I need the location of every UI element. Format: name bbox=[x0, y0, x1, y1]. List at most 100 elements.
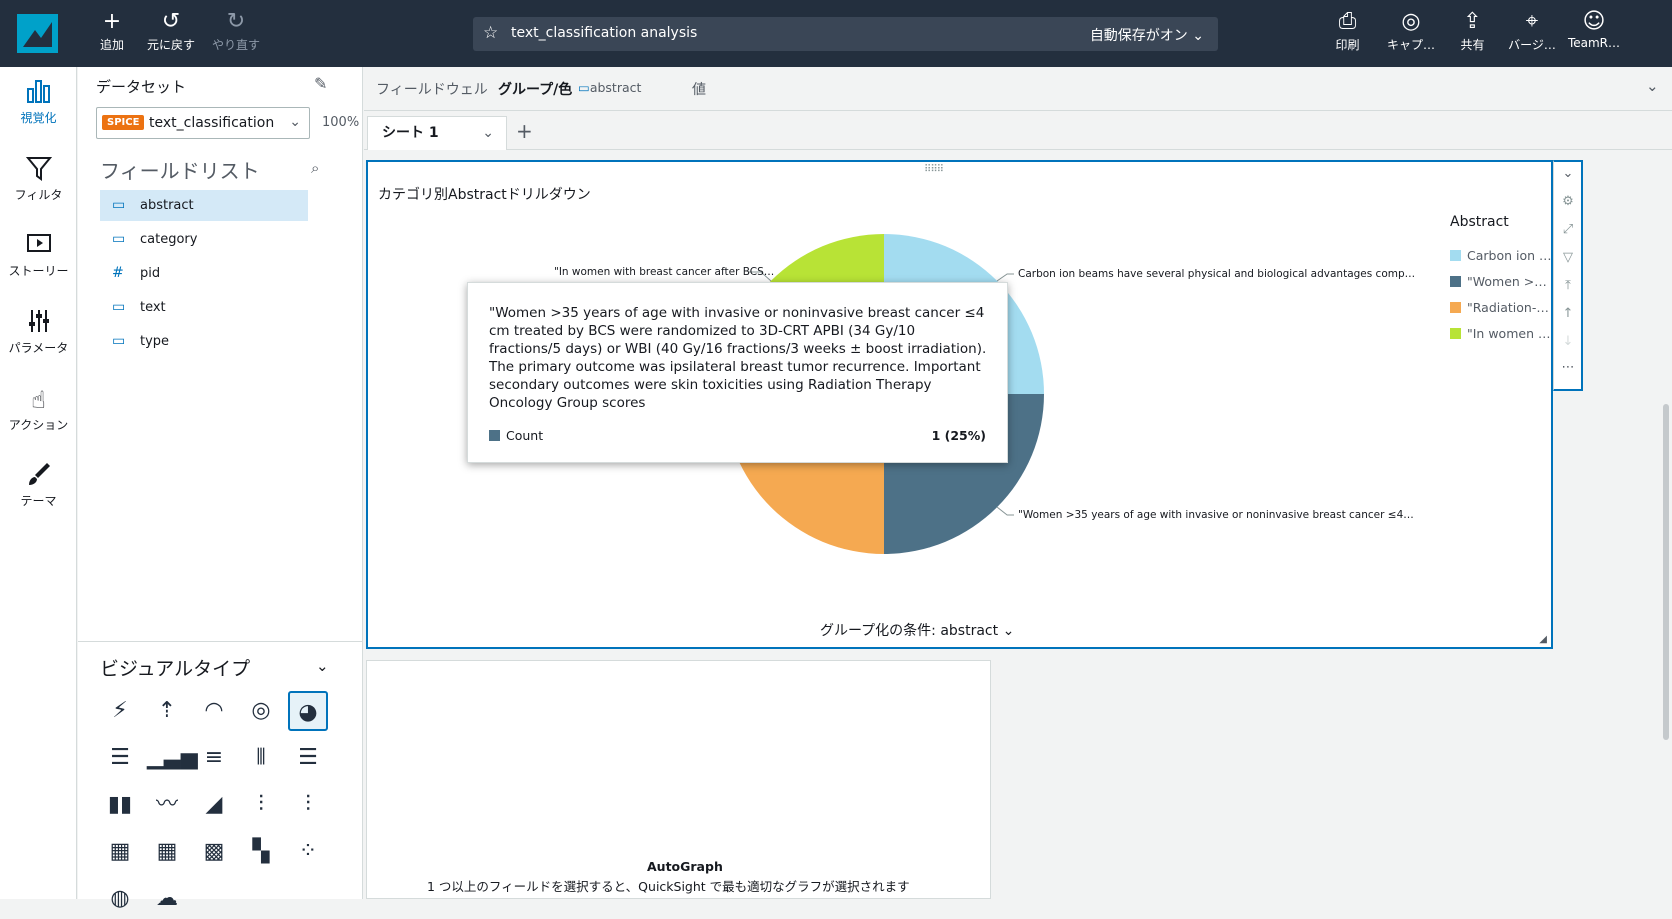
tooltip-text: "Women >35 years of age with invasive or… bbox=[489, 305, 987, 411]
user-icon: ☺ bbox=[1582, 9, 1606, 34]
resize-handle-icon[interactable]: ◢ bbox=[1539, 634, 1547, 645]
rail-visualize[interactable]: 視覚化 bbox=[0, 77, 77, 126]
pie-chart-icon[interactable]: ◕ bbox=[288, 691, 328, 731]
clustered-bar-icon[interactable]: ≡ bbox=[194, 738, 234, 778]
pencil-icon[interactable]: ✎ bbox=[314, 74, 327, 93]
line-chart-icon[interactable]: 〰 bbox=[147, 785, 187, 825]
area-chart-icon[interactable]: ◢ bbox=[194, 785, 234, 825]
tree-map-icon[interactable]: ▚ bbox=[241, 832, 281, 872]
capture-button[interactable]: ◎ キャプ… bbox=[1381, 8, 1441, 58]
legend-title: Abstract bbox=[1450, 214, 1509, 230]
quicksight-logo[interactable] bbox=[17, 14, 58, 53]
geo-map-icon[interactable]: ◍ bbox=[100, 879, 140, 919]
autosave-toggle[interactable]: 自動保存がオン ⌄ bbox=[1090, 25, 1204, 45]
leader-line bbox=[996, 506, 1014, 516]
dataset-label: データセット bbox=[96, 78, 187, 96]
chevron-down-icon: ⌄ bbox=[1002, 623, 1015, 639]
group-by-selector[interactable]: グループ化の条件: abstract ⌄ bbox=[820, 620, 1014, 640]
add-button[interactable]: + 追加 bbox=[92, 8, 132, 58]
scatter-plot-icon[interactable]: ⁘ bbox=[288, 832, 328, 872]
expand-icon[interactable]: ⤢ bbox=[1554, 222, 1582, 237]
autograph-description: 1 つ以上のフィールドを選択すると、QuickSight で最も適切なグラフが選… bbox=[427, 879, 910, 894]
field-item-type[interactable]: ▭ type bbox=[100, 326, 308, 357]
word-cloud-icon[interactable]: ☁ bbox=[147, 879, 187, 919]
dimension-icon: ▭ bbox=[112, 299, 126, 315]
stacked-bar-icon[interactable]: ☰ bbox=[288, 738, 328, 778]
legend-item[interactable]: Carbon ion … bbox=[1450, 248, 1552, 263]
analysis-title-field[interactable]: ☆ text_classification analysis 自動保存がオン ⌄ bbox=[473, 17, 1218, 51]
donut-icon[interactable]: ◎ bbox=[241, 691, 281, 731]
gauge-icon[interactable]: ◠ bbox=[194, 691, 234, 731]
dimension-icon: ▭ bbox=[578, 80, 590, 95]
divider bbox=[78, 641, 363, 642]
rail-actions[interactable]: ☝ アクション bbox=[0, 384, 77, 433]
paintbrush-icon bbox=[0, 460, 77, 492]
legend-item[interactable]: "Radiation-… bbox=[1450, 300, 1549, 315]
leader-line bbox=[996, 273, 1014, 282]
field-item-pid[interactable]: # pid bbox=[100, 258, 308, 289]
analysis-name[interactable]: text_classification analysis bbox=[511, 25, 697, 41]
location-pin-icon: ⌖ bbox=[1525, 9, 1539, 34]
clustered-column-icon[interactable]: ⫴ bbox=[241, 738, 281, 778]
sheet-tabs-bar: シート 1 ⌄ + bbox=[364, 112, 1672, 150]
chevron-double-down-icon[interactable]: ⌄ bbox=[1554, 166, 1582, 181]
horizontal-bar-icon[interactable]: ☰ bbox=[100, 738, 140, 778]
autograph-title: AutoGraph bbox=[647, 859, 723, 874]
combo-line-icon[interactable]: ⫶ bbox=[288, 785, 328, 825]
dataset-select[interactable]: SPICE text_classification ⌄ bbox=[96, 107, 310, 139]
autograph-visual[interactable]: AutoGraph 1 つ以上のフィールドを選択すると、QuickSight で… bbox=[366, 660, 991, 899]
gear-icon[interactable]: ⚙ bbox=[1554, 194, 1582, 209]
camera-icon: ◎ bbox=[1401, 9, 1421, 34]
rail-filter[interactable]: フィルタ bbox=[0, 154, 77, 203]
chevron-double-down-icon[interactable]: ⌄ bbox=[1646, 77, 1659, 95]
chevron-down-icon[interactable]: ⌄ bbox=[482, 117, 494, 149]
chevron-down-icon: ⌄ bbox=[1192, 28, 1204, 44]
vertical-scrollbar[interactable] bbox=[1660, 150, 1672, 899]
field-item-category[interactable]: ▭ category bbox=[100, 224, 308, 255]
filter-icon bbox=[0, 154, 77, 186]
autograph-icon[interactable]: ⚡ bbox=[100, 691, 140, 731]
user-menu-button[interactable]: ☺ TeamR… bbox=[1566, 8, 1622, 58]
rail-themes[interactable]: テーマ bbox=[0, 460, 77, 509]
add-sheet-icon[interactable]: + bbox=[516, 119, 533, 143]
spice-percent: 100% bbox=[322, 115, 360, 130]
field-item-abstract[interactable]: ▭ abstract bbox=[100, 190, 308, 221]
share-icon: ⇪ bbox=[1463, 9, 1482, 34]
tab-sheet-1[interactable]: シート 1 ⌄ bbox=[367, 116, 507, 150]
more-options-icon[interactable]: ⋯ bbox=[1554, 360, 1582, 375]
drill-up-top-icon[interactable]: ⤒ bbox=[1554, 278, 1582, 293]
share-button[interactable]: ⇪ 共有 bbox=[1450, 8, 1495, 58]
group-color-well[interactable]: ▭abstract bbox=[578, 80, 641, 95]
heat-map-icon[interactable]: ▩ bbox=[194, 832, 234, 872]
chevron-double-down-icon[interactable]: ⌄ bbox=[316, 657, 329, 675]
undo-button[interactable]: ↺ 元に戻す bbox=[143, 8, 199, 58]
version-button[interactable]: ⌖ バージ… bbox=[1500, 8, 1564, 58]
filter-icon[interactable]: ▽ bbox=[1554, 250, 1582, 265]
visual-menu: ⌄ ⚙ ⤢ ▽ ⤒ ↑ ↓ ⋯ bbox=[1553, 160, 1583, 391]
slice-label-women: "Women >35 years of age with invasive or… bbox=[1018, 509, 1414, 521]
table-icon[interactable]: ▦ bbox=[100, 832, 140, 872]
chevron-down-icon: ⌄ bbox=[289, 114, 301, 130]
story-icon bbox=[0, 230, 77, 262]
redo-button[interactable]: ↻ やり直す bbox=[208, 8, 264, 58]
print-button[interactable]: ⎙ 印刷 bbox=[1325, 8, 1370, 58]
star-icon[interactable]: ☆ bbox=[483, 23, 498, 43]
field-item-text[interactable]: ▭ text bbox=[100, 292, 308, 323]
group-color-well-label: グループ/色 bbox=[498, 82, 573, 98]
legend-item[interactable]: "Women >… bbox=[1450, 274, 1547, 289]
legend-item[interactable]: "In women … bbox=[1450, 326, 1550, 341]
kpi-icon[interactable]: ⇡ bbox=[147, 691, 187, 731]
pointer-gear-icon: ☝ bbox=[31, 386, 46, 414]
combo-chart-icon[interactable]: ⫶ bbox=[241, 785, 281, 825]
scrollbar-thumb[interactable] bbox=[1663, 404, 1669, 740]
search-icon[interactable]: ⌕ bbox=[311, 159, 319, 177]
vertical-bar-icon[interactable]: ▁▃▅ bbox=[147, 738, 198, 778]
pivot-table-icon[interactable]: ▦ bbox=[147, 832, 187, 872]
stacked-column-icon[interactable]: ▮▮ bbox=[100, 785, 140, 825]
dataset-name: text_classification bbox=[149, 115, 275, 131]
rail-parameters[interactable]: パラメータ bbox=[0, 307, 77, 356]
rail-story[interactable]: ストーリー bbox=[0, 230, 77, 279]
drill-up-icon[interactable]: ↑ bbox=[1554, 306, 1582, 321]
value-well-label[interactable]: 値 bbox=[692, 79, 706, 99]
drill-down-icon[interactable]: ↓ bbox=[1554, 334, 1582, 349]
